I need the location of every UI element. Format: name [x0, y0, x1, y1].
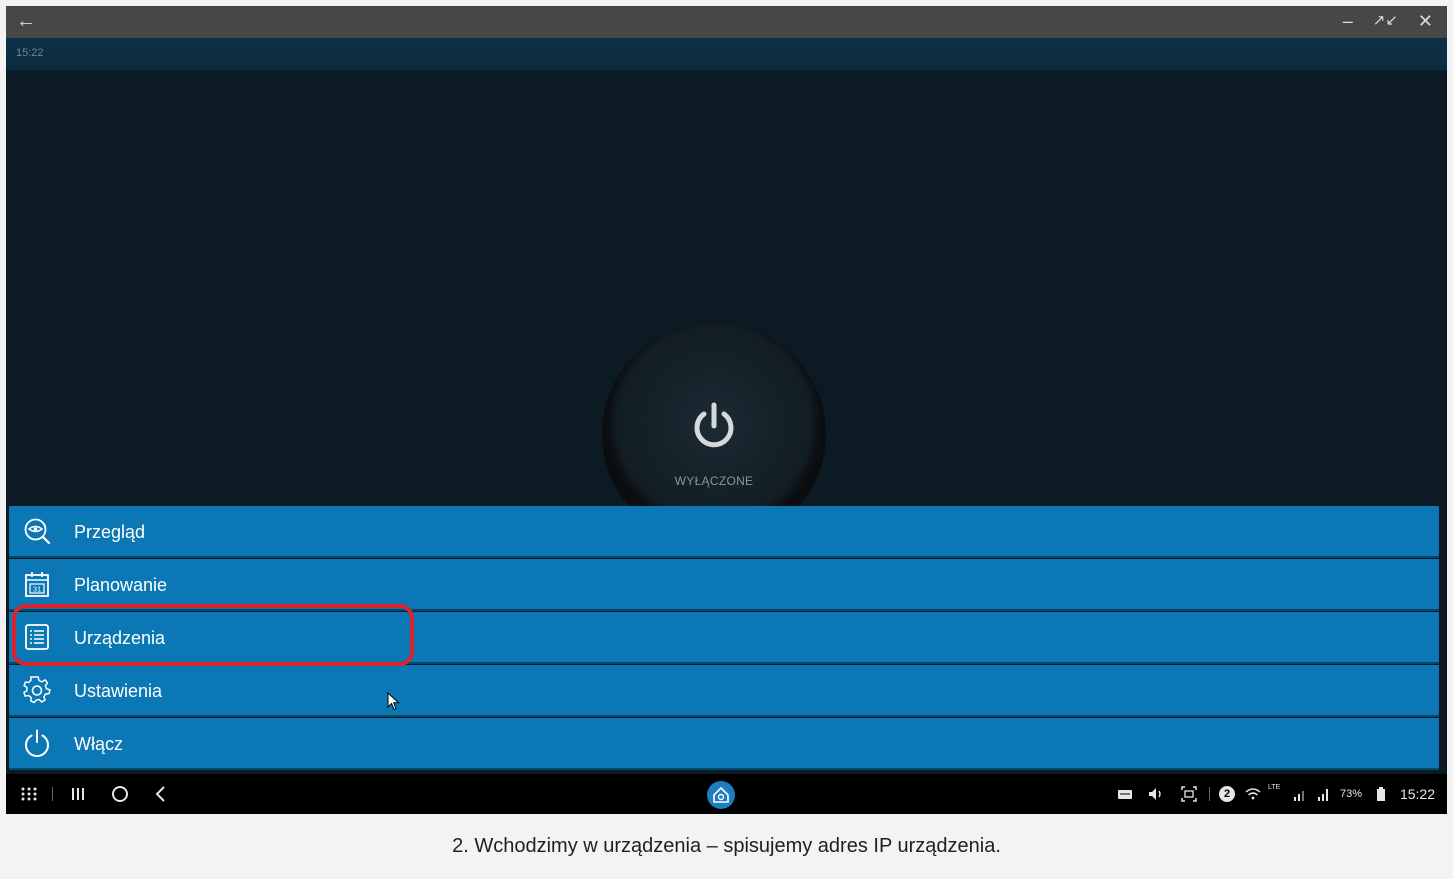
- minimize-icon[interactable]: –: [1343, 9, 1353, 33]
- volume-icon[interactable]: [1147, 784, 1165, 804]
- calendar-icon: 31: [25, 572, 49, 597]
- caption: 2. Wchodzimy w urządzenia – spisujemy ad…: [452, 835, 1001, 857]
- clock: 15:22: [1399, 786, 1435, 802]
- highlight-box: [12, 604, 414, 666]
- network-type-label: LTE: [1268, 784, 1281, 791]
- notification-count-badge[interactable]: 2: [1219, 786, 1235, 802]
- menu-item-label: Ustawienia: [74, 681, 163, 701]
- restore-icon[interactable]: ↗↙: [1373, 9, 1398, 33]
- power-icon: [25, 729, 49, 757]
- app-grid-icon[interactable]: [20, 784, 38, 804]
- menu-item-label: Włącz: [74, 734, 123, 754]
- app-logo-icon[interactable]: [706, 780, 736, 810]
- side-menu: Przegląd 31 Planowanie Urządzenia Ustawi…: [9, 506, 1439, 773]
- back-icon[interactable]: [154, 784, 168, 804]
- back-arrow-icon[interactable]: ←: [16, 9, 36, 33]
- main-panel: WYŁĄCZONE: [6, 70, 1447, 546]
- menu-item-przeglad[interactable]: Przegląd: [9, 506, 1439, 558]
- menu-item-label: Przegląd: [74, 522, 146, 542]
- power-state-label: WYŁĄCZONE: [674, 474, 754, 488]
- gear-icon: [23, 676, 51, 704]
- signal-icon: [1318, 789, 1328, 801]
- mouse-cursor-icon: [387, 692, 400, 711]
- status-time: 15:22: [16, 47, 44, 59]
- android-navigation-bar: 2 LTE 73% 15:22: [6, 774, 1447, 814]
- screenshot-icon[interactable]: [1180, 784, 1198, 804]
- app-window: ← – ↗↙ ✕ 15:22 WYŁĄCZONE Przegląd 31 Pla…: [6, 6, 1447, 814]
- eye-search-icon: [24, 518, 51, 545]
- menu-item-ustawienia[interactable]: Ustawienia: [9, 665, 1439, 717]
- close-icon[interactable]: ✕: [1418, 9, 1433, 33]
- keyboard-icon[interactable]: [1116, 784, 1134, 804]
- app-status-bar: 15:22: [6, 38, 1447, 70]
- divider: [52, 787, 53, 801]
- svg-text:31: 31: [33, 585, 41, 594]
- divider: [1209, 787, 1210, 801]
- battery-percentage: 73%: [1339, 788, 1362, 800]
- wifi-icon: [1245, 788, 1261, 800]
- recent-apps-icon[interactable]: [70, 784, 86, 804]
- power-icon[interactable]: [687, 399, 741, 453]
- menu-item-wlacz[interactable]: Włącz: [9, 718, 1439, 770]
- signal-icon: [1294, 791, 1304, 801]
- menu-item-label: Planowanie: [74, 575, 168, 595]
- window-title-bar: ← – ↗↙ ✕: [6, 6, 1447, 38]
- battery-icon: [1377, 787, 1385, 801]
- home-icon[interactable]: [110, 784, 130, 804]
